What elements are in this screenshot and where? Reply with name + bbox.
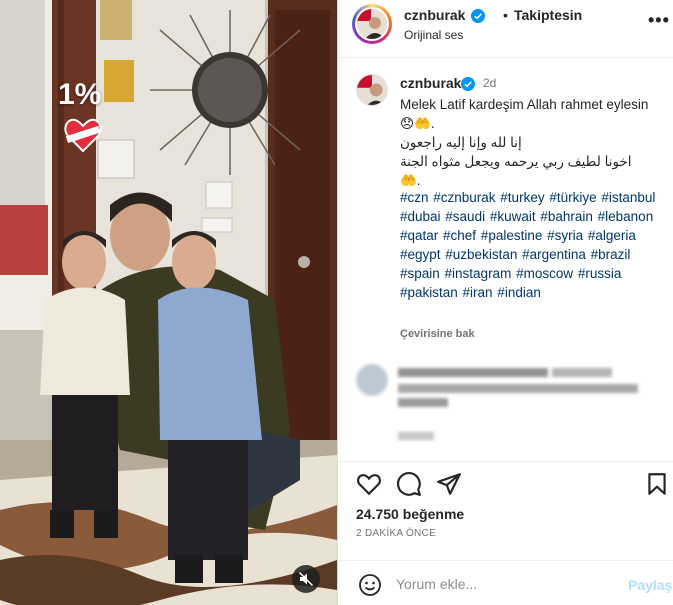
see-translation-link[interactable]: Çevirisine bak	[400, 328, 475, 340]
post-time-ago[interactable]: 2 DAKİKA ÖNCE	[356, 528, 436, 539]
action-bar	[338, 461, 673, 501]
caption-hashtags[interactable]: #czn #cznburak #turkey #türkiye #istanbu…	[400, 188, 662, 302]
bookmark-icon[interactable]	[644, 471, 670, 497]
caption-line-1: Melek Latif kardeşim Allah rahmet eylesi…	[400, 97, 649, 131]
heart-outline-icon[interactable]	[356, 471, 382, 497]
story-ring-avatar[interactable]	[352, 4, 392, 44]
blurred-comment	[356, 364, 638, 440]
post-panel: cznburak • Takiptesin Orijinal ses ••• c…	[337, 0, 673, 605]
verified-badge-icon	[471, 9, 485, 23]
post-comment-button[interactable]: Paylaş	[628, 577, 672, 593]
caption-scroll-area[interactable]: cznburak 2d Melek Latif kardeşim Allah r…	[338, 60, 673, 460]
more-options-icon[interactable]: •••	[648, 10, 670, 31]
original-audio-link[interactable]: Orijinal ses	[404, 28, 463, 42]
mute-button[interactable]	[292, 565, 320, 593]
reel-video[interactable]: 1%	[0, 0, 337, 605]
header-separator: •	[503, 7, 508, 23]
emoji-icon[interactable]	[358, 573, 382, 597]
comment-input[interactable]	[396, 571, 606, 597]
comment-composer: Paylaş	[338, 560, 673, 605]
header-username[interactable]: cznburak	[404, 7, 465, 23]
percent-overlay-text: 1%	[58, 78, 102, 111]
paper-plane-icon[interactable]	[436, 471, 462, 497]
caption-timestamp[interactable]: 2d	[483, 76, 496, 90]
avatar	[357, 9, 387, 39]
caption-avatar[interactable]	[356, 74, 388, 106]
speaker-muted-icon	[299, 572, 313, 586]
caption-arabic-line-1: إنا لله وإنا إليه راجعون	[400, 135, 522, 150]
caption-username[interactable]: cznburak	[400, 75, 461, 91]
post-header: cznburak • Takiptesin Orijinal ses •••	[338, 0, 673, 58]
following-button[interactable]: Takiptesin	[514, 7, 582, 23]
caption-text: Melek Latif kardeşim Allah rahmet eylesi…	[400, 95, 662, 190]
caption-verified-badge-icon	[461, 77, 475, 91]
bandaged-heart-icon	[64, 118, 102, 153]
caption-arabic-line-2: اخونا لطيف ربي يرحمه ويجعل مثواه الجنة	[400, 154, 632, 169]
comment-bubble-icon[interactable]	[396, 471, 422, 497]
likes-count[interactable]: 24.750 beğenme	[356, 506, 464, 522]
reel-frame-illustration	[0, 0, 337, 605]
